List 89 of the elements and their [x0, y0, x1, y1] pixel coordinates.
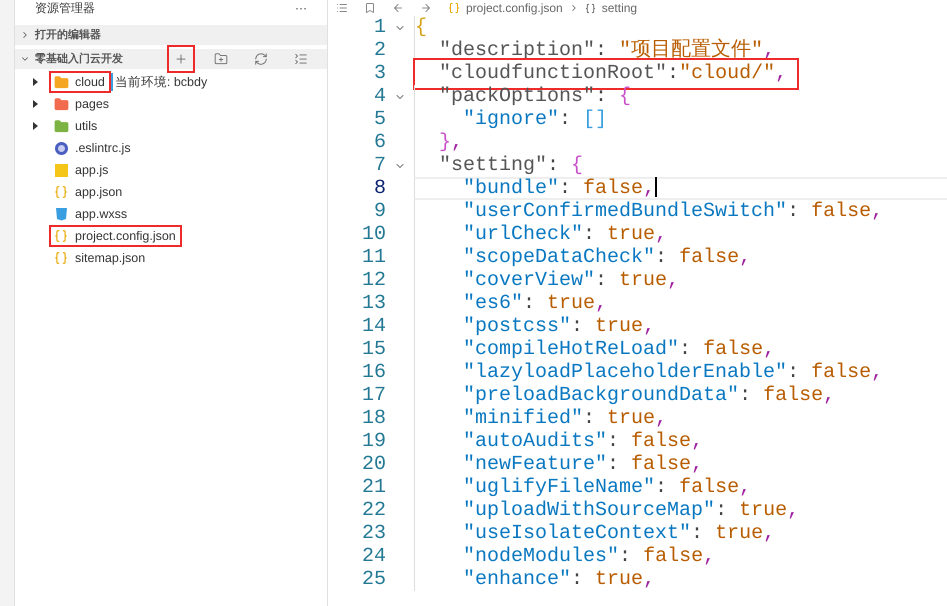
line-number: 22: [360, 498, 386, 524]
line-number: 19: [360, 428, 386, 454]
section-header[interactable]: 打开的编辑器: [15, 25, 327, 45]
file-name: pages: [75, 96, 110, 113]
forward-icon[interactable]: [420, 2, 432, 14]
line-number: 21: [360, 474, 386, 500]
line-number: 8: [372, 176, 386, 202]
line-number: 7: [372, 152, 386, 178]
line-number: 4: [372, 84, 386, 110]
section-label: 打开的编辑器: [35, 28, 101, 43]
environment-label: 当前环境: bcbdy: [110, 72, 208, 92]
collapse-icon: [294, 52, 308, 66]
breadcrumb-item[interactable]: project.config.json: [466, 0, 563, 17]
code-text: "nodeModules": false,: [462, 544, 716, 570]
line-number: 3: [372, 60, 386, 86]
tree-item[interactable]: utils: [49, 115, 104, 137]
code-text: "setting": {: [438, 152, 584, 178]
code-text: },: [438, 130, 464, 156]
bookmark-icon[interactable]: [364, 2, 376, 14]
braces-icon: [54, 251, 68, 265]
toolbar-button[interactable]: [167, 45, 195, 73]
braces-icon: [54, 185, 68, 199]
line-number: 15: [360, 336, 386, 362]
code-text: "uglifyFileName": false,: [462, 474, 752, 500]
text-cursor: [655, 177, 658, 198]
code-text: "compileHotReLoad": false,: [462, 336, 776, 362]
line-number: 17: [360, 382, 386, 408]
code-text: "uploadWithSourceMap": true,: [462, 498, 800, 524]
more-button[interactable]: ···: [295, 0, 307, 17]
line-number: 13: [360, 290, 386, 316]
file-name: cloud: [75, 74, 105, 91]
braces-icon: [54, 229, 68, 243]
refresh-icon: [254, 52, 268, 66]
line-number: 14: [360, 314, 386, 340]
line-number: 24: [360, 544, 386, 570]
line-number: 11: [360, 244, 386, 270]
code-text: "urlCheck": true,: [462, 222, 668, 248]
tree-item[interactable]: cloud: [49, 71, 111, 93]
code-text: "minified": true,: [462, 406, 668, 432]
braces-icon: [448, 2, 460, 14]
css-file-icon: [54, 207, 68, 221]
code-text: "scopeDataCheck": false,: [462, 244, 752, 270]
line-number: 1: [372, 14, 386, 40]
braces-icon: [584, 2, 596, 14]
tree-item[interactable]: app.wxss: [49, 203, 134, 225]
file-name: app.json: [75, 184, 122, 201]
section-label: 零基础入门云开发: [35, 52, 123, 67]
line-number: 5: [372, 106, 386, 132]
new-folder-icon: [214, 52, 228, 66]
back-icon[interactable]: [392, 2, 404, 14]
code-text: "enhance": true,: [462, 566, 656, 592]
panel-title: 资源管理器: [35, 0, 95, 17]
line-number: 16: [360, 360, 386, 386]
line-number: 9: [372, 198, 386, 224]
line-number: 6: [372, 130, 386, 156]
line-number: 18: [360, 406, 386, 432]
code-text: "lazyloadPlaceholderEnable": false,: [462, 360, 884, 386]
line-number: 10: [360, 222, 386, 248]
tree-item[interactable]: project.config.json: [49, 225, 182, 247]
code-text: "postcss": true,: [462, 314, 656, 340]
code-text: "userConfirmedBundleSwitch": false,: [462, 198, 884, 224]
code-text: "es6": true,: [462, 290, 608, 316]
breadcrumb-item[interactable]: setting: [602, 0, 638, 17]
code-text: "autoAudits": false,: [462, 428, 704, 454]
file-name: project.config.json: [75, 228, 176, 245]
code-text: "preloadBackgroundData": false,: [462, 382, 836, 408]
tree-item[interactable]: app.json: [49, 181, 128, 203]
new-file-icon: [174, 52, 188, 66]
code-text: "ignore": []: [462, 106, 608, 132]
tree-item[interactable]: .eslintrc.js: [49, 137, 137, 159]
line-number: 25: [360, 566, 386, 592]
line-number: 23: [360, 520, 386, 546]
code-text: {: [415, 14, 428, 40]
tree-item[interactable]: app.js: [49, 159, 114, 181]
code-text: "newFeature": false,: [462, 452, 704, 478]
line-number: 20: [360, 452, 386, 478]
tree-item[interactable]: pages: [49, 93, 116, 115]
file-name: sitemap.json: [75, 250, 146, 267]
line-number: 12: [360, 268, 386, 294]
file-name: app.js: [75, 162, 108, 179]
line-number: 2: [372, 38, 386, 64]
file-name: utils: [75, 118, 98, 135]
code-text: "useIsolateContext": true,: [462, 520, 776, 546]
code-text: "coverView": true,: [462, 268, 680, 294]
file-name: .eslintrc.js: [75, 140, 131, 157]
js-file-icon: [54, 164, 68, 176]
code-text: "cloudfunctionRoot":"cloud/",: [415, 60, 798, 88]
tree-item[interactable]: sitemap.json: [49, 247, 152, 269]
file-name: app.wxss: [75, 206, 128, 223]
